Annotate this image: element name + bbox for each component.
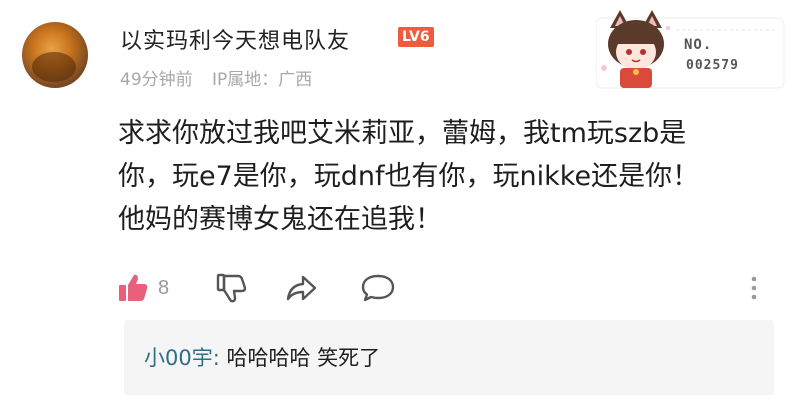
dislike-button[interactable] xyxy=(214,268,248,308)
comment-line: 你，玩e7是你，玩dnf也有你，玩nikke还是你！ xyxy=(118,161,700,192)
comment-meta: 49分钟前 IP属地：广西 xyxy=(120,65,312,90)
comment-line: 求求你放过我吧艾米莉亚，蕾姆，我tm玩szb是 xyxy=(118,118,687,149)
level-badge: LV6 xyxy=(398,27,434,47)
comment-bubble-icon xyxy=(361,274,395,302)
username[interactable]: 以实玛利今天想电队友 xyxy=(120,23,350,55)
share-icon xyxy=(286,275,317,301)
reply-author[interactable]: 小00宇: xyxy=(144,346,220,370)
share-button[interactable] xyxy=(284,268,318,308)
like-button[interactable]: 8 xyxy=(116,268,169,308)
fan-card-label: NO. xyxy=(684,37,713,53)
thumbs-down-icon xyxy=(216,273,247,303)
time-ago: 49分钟前 xyxy=(120,70,193,90)
more-vertical-icon xyxy=(751,276,757,300)
fan-card-number: 002579 xyxy=(686,58,739,73)
comment-actions: 8 xyxy=(116,268,776,308)
reply-preview[interactable]: 小00宇: 哈哈哈哈 笑死了 xyxy=(124,320,774,395)
avatar[interactable] xyxy=(22,22,88,88)
reply-text: 哈哈哈哈 笑死了 xyxy=(219,346,381,370)
like-count: 8 xyxy=(158,276,170,299)
comment-line: 他妈的赛博女鬼还在追我！ xyxy=(118,204,442,235)
comment-card: 以实玛利今天想电队友 LV6 49分钟前 IP属地：广西 NO. 002579 xyxy=(0,0,800,409)
reply-button[interactable] xyxy=(360,268,396,308)
ip-location: IP属地：广西 xyxy=(212,70,313,90)
comment-body: 求求你放过我吧艾米莉亚，蕾姆，我tm玩szb是 你，玩e7是你，玩dnf也有你，… xyxy=(118,112,768,241)
reply-item: 小00宇: 哈哈哈哈 笑死了 xyxy=(144,342,380,372)
thumbs-up-icon xyxy=(119,274,148,301)
more-options-button[interactable] xyxy=(748,268,760,308)
